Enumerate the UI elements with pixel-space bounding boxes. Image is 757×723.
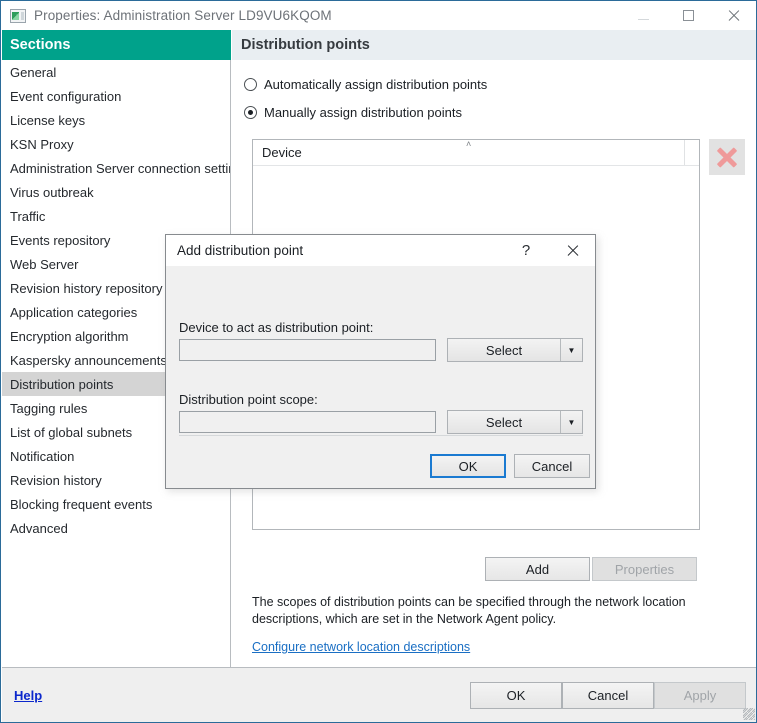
radio-manually-assign-label: Manually assign distribution points bbox=[264, 105, 462, 120]
configure-network-location-descriptions-link[interactable]: Configure network location descriptions bbox=[252, 640, 470, 654]
sidebar-item-blocking-frequent-events[interactable]: Blocking frequent events bbox=[2, 492, 230, 516]
ok-button[interactable]: OK bbox=[470, 682, 562, 709]
sidebar-item-ksn-proxy[interactable]: KSN Proxy bbox=[2, 132, 230, 156]
window-footer: Help OK Cancel Apply bbox=[2, 667, 757, 722]
sidebar-item-advanced[interactable]: Advanced bbox=[2, 516, 230, 540]
sidebar-item-license-keys[interactable]: License keys bbox=[2, 108, 230, 132]
cancel-button[interactable]: Cancel bbox=[562, 682, 654, 709]
radio-button-selected-icon bbox=[244, 106, 257, 119]
device-input[interactable] bbox=[179, 339, 436, 361]
scope-note: The scopes of distribution points can be… bbox=[252, 594, 730, 628]
close-icon bbox=[727, 9, 740, 22]
question-mark-icon: ? bbox=[522, 242, 530, 259]
radio-button-icon bbox=[244, 78, 257, 91]
device-column-header[interactable]: Device ˄ bbox=[253, 140, 699, 166]
window-titlebar: Properties: Administration Server LD9VU6… bbox=[1, 1, 756, 30]
minimize-button[interactable] bbox=[621, 1, 666, 30]
add-distribution-point-dialog: Add distribution point ? Device to act a… bbox=[165, 234, 596, 489]
device-select-label: Select bbox=[448, 339, 560, 361]
dialog-separator bbox=[179, 435, 583, 436]
column-separator[interactable] bbox=[684, 140, 685, 165]
dialog-body: Device to act as distribution point: Sel… bbox=[166, 266, 595, 488]
dialog-controls: ? bbox=[503, 235, 595, 266]
dialog-ok-button[interactable]: OK bbox=[430, 454, 506, 478]
apply-button[interactable]: Apply bbox=[654, 682, 746, 709]
scope-field-label: Distribution point scope: bbox=[179, 392, 318, 407]
sort-ascending-icon: ˄ bbox=[466, 142, 475, 147]
device-column-label: Device bbox=[262, 145, 302, 160]
dialog-title: Add distribution point bbox=[177, 243, 303, 258]
radio-automatically-assign-label: Automatically assign distribution points bbox=[264, 77, 487, 92]
dialog-cancel-button[interactable]: Cancel bbox=[514, 454, 590, 478]
scope-select-button[interactable]: Select ▼ bbox=[447, 410, 583, 434]
monitor-icon bbox=[10, 9, 26, 23]
delete-distribution-point-button[interactable] bbox=[709, 139, 745, 175]
device-select-button[interactable]: Select ▼ bbox=[447, 338, 583, 362]
close-icon bbox=[566, 244, 579, 257]
chevron-down-icon[interactable]: ▼ bbox=[560, 339, 582, 361]
window-title: Properties: Administration Server LD9VU6… bbox=[34, 8, 332, 23]
window-controls bbox=[621, 1, 756, 30]
close-button[interactable] bbox=[711, 1, 756, 30]
sections-header: Sections bbox=[2, 30, 231, 60]
sidebar-item-virus-outbreak[interactable]: Virus outbreak bbox=[2, 180, 230, 204]
maximize-button[interactable] bbox=[666, 1, 711, 30]
sidebar-item-administration-server-connection-settings[interactable]: Administration Server connection setting… bbox=[2, 156, 230, 180]
sidebar-item-general[interactable]: General bbox=[2, 60, 230, 84]
add-button[interactable]: Add bbox=[485, 557, 590, 581]
dialog-close-button[interactable] bbox=[549, 235, 595, 266]
delete-x-icon bbox=[716, 146, 738, 168]
minimize-icon bbox=[638, 19, 649, 20]
page-title: Distribution points bbox=[232, 30, 756, 60]
chevron-down-icon[interactable]: ▼ bbox=[560, 411, 582, 433]
sidebar-item-event-configuration[interactable]: Event configuration bbox=[2, 84, 230, 108]
properties-window: Properties: Administration Server LD9VU6… bbox=[0, 0, 757, 723]
radio-automatically-assign[interactable]: Automatically assign distribution points bbox=[244, 77, 487, 92]
help-link[interactable]: Help bbox=[14, 688, 42, 703]
maximize-icon bbox=[683, 10, 694, 21]
scope-select-label: Select bbox=[448, 411, 560, 433]
sidebar-item-traffic[interactable]: Traffic bbox=[2, 204, 230, 228]
resize-grip[interactable] bbox=[743, 708, 755, 720]
properties-button[interactable]: Properties bbox=[592, 557, 697, 581]
device-field-label: Device to act as distribution point: bbox=[179, 320, 373, 335]
dialog-help-button[interactable]: ? bbox=[503, 235, 549, 266]
dialog-titlebar: Add distribution point ? bbox=[166, 235, 595, 266]
scope-input[interactable] bbox=[179, 411, 436, 433]
radio-manually-assign[interactable]: Manually assign distribution points bbox=[244, 105, 462, 120]
